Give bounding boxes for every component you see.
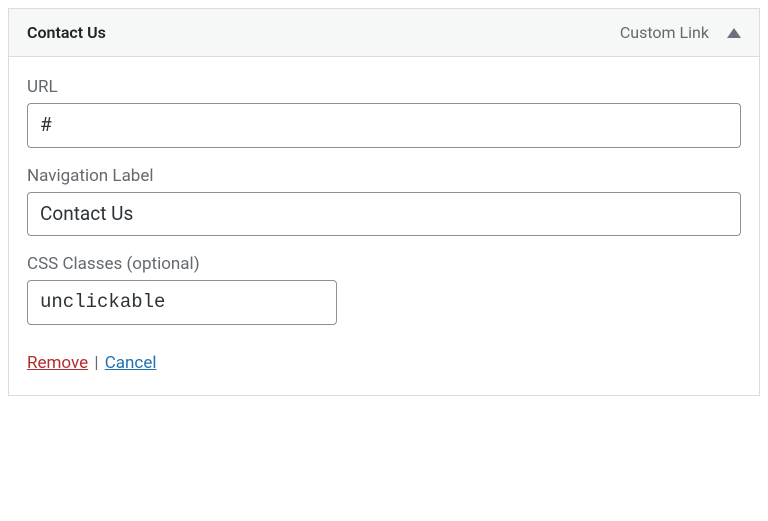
menu-item-title: Contact Us — [27, 23, 106, 42]
css-classes-label: CSS Classes (optional) — [27, 254, 741, 274]
menu-item-header[interactable]: Contact Us Custom Link — [9, 9, 759, 57]
url-label: URL — [27, 77, 741, 97]
remove-link[interactable]: Remove — [27, 353, 88, 373]
css-classes-input[interactable] — [27, 280, 337, 325]
actions-row: Remove | Cancel — [27, 353, 741, 373]
nav-label-input[interactable] — [27, 192, 741, 237]
css-classes-field-group: CSS Classes (optional) — [27, 254, 741, 325]
url-field-group: URL — [27, 77, 741, 148]
separator: | — [90, 353, 103, 373]
menu-item-type: Custom Link — [620, 23, 709, 42]
url-input[interactable] — [27, 103, 741, 148]
cancel-link[interactable]: Cancel — [105, 353, 157, 373]
nav-label-label: Navigation Label — [27, 166, 741, 186]
menu-item-body: URL Navigation Label CSS Classes (option… — [9, 57, 759, 395]
menu-item-panel: Contact Us Custom Link URL Navigation La… — [8, 8, 760, 396]
menu-item-header-right: Custom Link — [620, 23, 741, 42]
nav-label-field-group: Navigation Label — [27, 166, 741, 237]
chevron-up-icon[interactable] — [727, 28, 741, 38]
